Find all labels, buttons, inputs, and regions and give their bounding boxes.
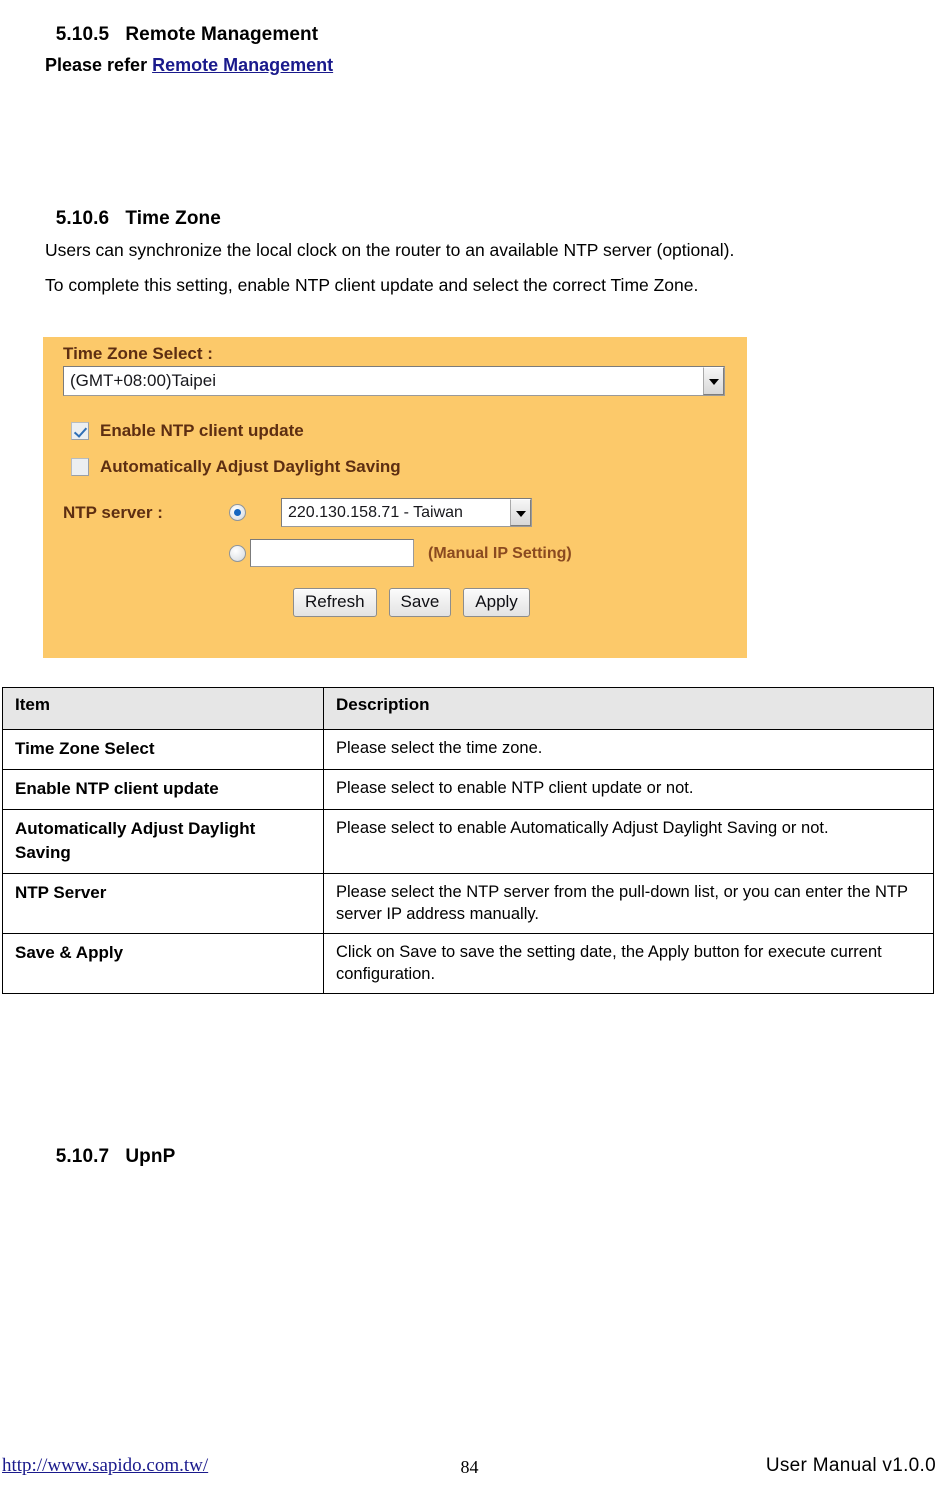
time-zone-select-value: (GMT+08:00)Taipei	[70, 371, 216, 390]
apply-button[interactable]: Apply	[463, 588, 530, 617]
table-header-row: Item Description	[2, 687, 934, 730]
section-heading-5-10-5: 5.10.5 Remote Management	[45, 2, 318, 46]
table-cell-item: Save & Apply	[2, 933, 324, 994]
table-row: Save & Apply Click on Save to save the s…	[2, 933, 934, 994]
table-cell-item: Time Zone Select	[2, 729, 324, 770]
automatically-adjust-daylight-saving-row[interactable]: Automatically Adjust Daylight Saving	[71, 457, 401, 477]
time-zone-select-dropdown[interactable]: (GMT+08:00)Taipei	[63, 366, 725, 396]
manual-ip-hint-label: (Manual IP Setting)	[428, 545, 572, 562]
enable-ntp-client-update-label: Enable NTP client update	[100, 421, 304, 440]
table-cell-description: Please select to enable NTP client updat…	[323, 769, 934, 810]
section-title: UpnP	[125, 1146, 176, 1167]
automatically-adjust-daylight-saving-label: Automatically Adjust Daylight Saving	[100, 457, 401, 476]
section-number: 5.10.5	[55, 24, 110, 45]
table-header-description: Description	[323, 687, 934, 730]
table-row: Enable NTP client update Please select t…	[2, 769, 934, 810]
heading-gap	[109, 24, 125, 45]
checkbox-icon-unchecked[interactable]	[71, 458, 89, 476]
time-zone-settings-panel: Time Zone Select : (GMT+08:00)Taipei Ena…	[43, 337, 747, 658]
time-zone-select-label: Time Zone Select :	[63, 344, 213, 363]
table-row: Time Zone Select Please select the time …	[2, 729, 934, 770]
heading-gap	[109, 1146, 125, 1167]
section-heading-5-10-7: 5.10.7 UpnP	[45, 1124, 175, 1168]
manual-ip-input[interactable]	[250, 539, 414, 567]
section-title: Time Zone	[125, 208, 221, 229]
chevron-down-icon[interactable]	[510, 499, 531, 526]
table-header-item: Item	[2, 687, 324, 730]
chevron-down-icon[interactable]	[703, 367, 724, 395]
description-table: Item Description Time Zone Select Please…	[2, 687, 934, 994]
paragraph-line-2: To complete this setting, enable NTP cli…	[45, 275, 699, 295]
enable-ntp-client-update-row[interactable]: Enable NTP client update	[71, 421, 304, 441]
checkbox-icon-checked[interactable]	[71, 422, 89, 440]
paragraph-line-1: Users can synchronize the local clock on…	[45, 240, 735, 260]
table-cell-description: Click on Save to save the setting date, …	[323, 933, 934, 994]
refer-prefix: Please refer	[45, 55, 153, 75]
section-title: Remote Management	[125, 24, 319, 45]
ntp-server-label: NTP server :	[63, 503, 163, 522]
panel-button-row: Refresh Save Apply	[293, 588, 530, 617]
table-cell-item: Automatically Adjust Daylight Saving	[2, 809, 324, 874]
table-cell-description: Please select the time zone.	[323, 729, 934, 770]
section-number: 5.10.6	[55, 208, 110, 229]
table-cell-item: Enable NTP client update	[2, 769, 324, 810]
ntp-server-dropdown[interactable]: 220.130.158.71 - Taiwan	[281, 498, 532, 527]
heading-gap	[109, 208, 125, 229]
ntp-server-value: 220.130.158.71 - Taiwan	[288, 503, 463, 521]
section-number: 5.10.7	[55, 1146, 110, 1167]
table-cell-item: NTP Server	[2, 873, 324, 934]
refer-line: Please refer Remote Management	[45, 55, 333, 76]
radio-icon-manual-ip[interactable]	[229, 545, 246, 562]
section-heading-5-10-6: 5.10.6 Time Zone	[45, 186, 221, 230]
footer-manual-version: User Manual v1.0.0	[765, 1455, 936, 1476]
table-cell-description: Please select the NTP server from the pu…	[323, 873, 934, 934]
save-button[interactable]: Save	[388, 588, 452, 617]
page-footer: http://www.sapido.com.tw/ 84 User Manual…	[0, 1455, 939, 1485]
refresh-button[interactable]: Refresh	[293, 588, 377, 617]
radio-icon-ntp-list-selected[interactable]	[229, 504, 246, 521]
table-cell-description: Please select to enable Automatically Ad…	[323, 809, 934, 874]
table-row: NTP Server Please select the NTP server …	[2, 873, 934, 934]
table-row: Automatically Adjust Daylight Saving Ple…	[2, 809, 934, 874]
remote-management-link[interactable]: Remote Management	[152, 55, 333, 75]
